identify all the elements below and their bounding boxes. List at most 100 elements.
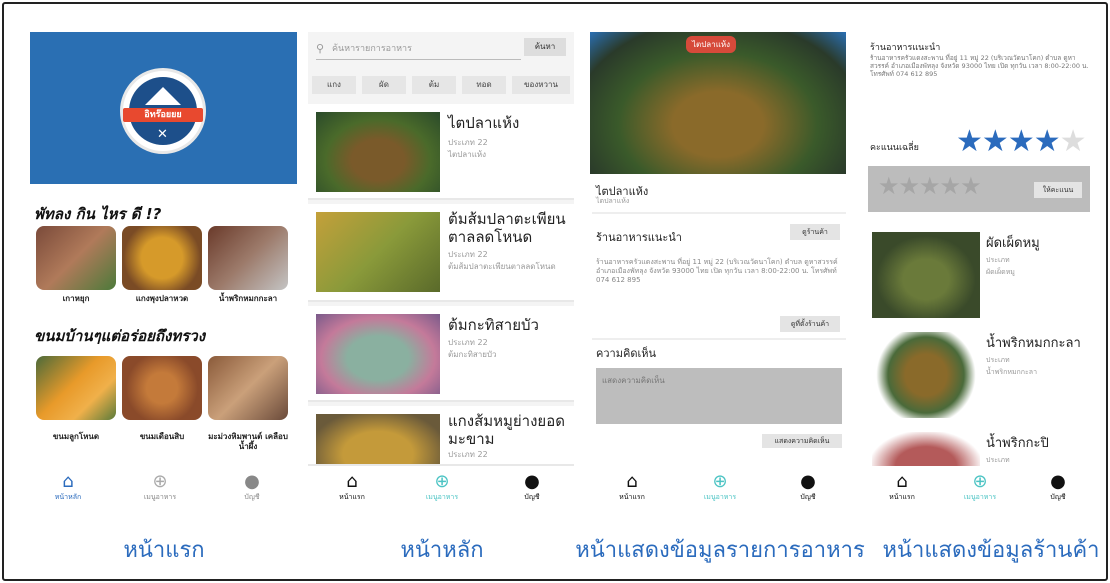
food-title: น้ำพริกหมกกะลา (986, 336, 1081, 351)
food-thumb-1[interactable] (36, 226, 116, 290)
bottom-nav: ⌂ หน้าแรก ⊕ เมนูอาหาร ● บัญชี (586, 466, 851, 510)
food-desc: ผัดเผ็ดหมู (986, 268, 1015, 276)
food-title: ต้มกะทิสายบัว (448, 316, 539, 334)
thumb-label: มะม่วงหิมพานต์ เคลือบน้ำผึ้ง (208, 432, 288, 451)
snack-thumb-3[interactable] (208, 356, 288, 420)
store-detail-screen: ร้านอาหารแนะนำ ร้านอาหารครัวแดงสะพาน ที่… (862, 32, 1096, 510)
search-input[interactable]: ค้นหารายการอาหาร (316, 38, 521, 60)
nav-menu[interactable]: ⊕ เมนูอาหาร (130, 472, 190, 503)
section-heading-1: พัทลง กิน ไหร ดี !? (34, 205, 162, 223)
average-rating-stars: ★★★★★ (956, 124, 1087, 159)
view-location-button[interactable]: ดูที่ตั้งร้านค้า (780, 316, 840, 332)
comment-section-title: ความคิดเห็น (596, 347, 656, 360)
star-icon: ★ (981, 124, 1009, 159)
food-hero-image: ไตปลาแห้ง (590, 32, 846, 174)
food-type: ประเภท (986, 256, 1010, 264)
category-chip[interactable]: ทอด (462, 76, 506, 94)
nav-home[interactable]: ⌂ หน้าแรก (602, 472, 662, 503)
food-card[interactable]: แกงส้มหมูย่างยอดมะขาม ประเภท 22 (308, 406, 574, 466)
user-icon: ● (524, 471, 540, 492)
food-thumb-2[interactable] (122, 226, 202, 290)
food-image (316, 414, 440, 464)
main-screen: ค้นหารายการอาหาร ⚲ ค้นหา แกง ผัด ต้ม ทอด… (308, 32, 574, 510)
bottom-nav: ⌂ หน้าแรก ⊕ เมนูอาหาร ● บัญชี (862, 466, 1096, 510)
food-card[interactable]: ต้มส้มปลาตะเพียนตาลลดโหนด ประเภท 22 ต้มส… (308, 204, 574, 302)
food-title: น้ำพริกกะปิ (986, 436, 1049, 451)
store-info: ร้านอาหารครัวแดงสะพาน ที่อยู่ 11 หมู่ 22… (870, 54, 1089, 78)
nav-home[interactable]: ⌂ หน้าหลัก (38, 472, 98, 503)
caption-home: หน้าแรก (123, 538, 205, 563)
nav-home[interactable]: ⌂ หน้าแรก (322, 472, 382, 503)
snack-thumb-2[interactable] (122, 356, 202, 420)
food-card[interactable]: ต้มกะทิสายบัว ประเภท 22 ต้มกะทิสายบัว (308, 306, 574, 402)
thumb-label: น้ำพริกหมกกะลา (218, 294, 278, 303)
star-icon: ★ (1059, 124, 1087, 159)
submit-comment-button[interactable]: แสดงความคิดเห็น (762, 434, 842, 448)
star-icon: ★ (956, 124, 983, 159)
thumb-label: แกงพุงปลาหวด (135, 294, 189, 303)
nav-account[interactable]: ● บัญชี (502, 472, 562, 503)
food-type: ประเภท 22 (448, 450, 488, 459)
user-icon: ● (1050, 471, 1066, 492)
nav-account[interactable]: ● บัญชี (222, 472, 282, 503)
search-button[interactable]: ค้นหา (524, 38, 566, 56)
rating-input-box: ★★★★★ ให้คะแนน (868, 166, 1090, 212)
user-icon: ● (244, 471, 260, 492)
rating-input-stars[interactable]: ★★★★★ (878, 172, 982, 200)
store-section-title: ร้านอาหารแนะนำ (596, 231, 682, 244)
home-icon: ⌂ (62, 471, 74, 492)
comment-input[interactable]: แสดงความคิดเห็น (596, 368, 842, 424)
nav-menu[interactable]: ⊕ เมนูอาหาร (412, 472, 472, 503)
divider (592, 338, 846, 340)
rate-button[interactable]: ให้คะแนน (1034, 182, 1082, 198)
snack-thumb-1[interactable] (36, 356, 116, 420)
add-circle-icon: ⊕ (152, 471, 168, 492)
store-menu-card[interactable]: น้ำพริกหมกกะลา ประเภท น้ำพริกหมกกะลา (868, 332, 1090, 428)
food-image (872, 232, 980, 318)
store-name: ร้านอาหารแนะนำ (870, 43, 941, 53)
food-thumb-3[interactable] (208, 226, 288, 290)
category-chip[interactable]: ผัด (362, 76, 406, 94)
nav-account[interactable]: ● บัญชี (1028, 472, 1088, 503)
caption-main: หน้าหลัก (400, 538, 484, 563)
view-store-button[interactable]: ดูร้านค้า (790, 224, 840, 240)
home-icon: ⌂ (346, 471, 358, 492)
hero-tag: ไตปลาแห้ง (686, 36, 737, 53)
food-subtitle: ไตปลาแห้ง (596, 197, 630, 205)
food-desc: ต้มกะทิสายบัว (448, 350, 497, 359)
search-icon: ⚲ (316, 42, 325, 55)
category-chip[interactable]: แกง (312, 76, 356, 94)
user-icon: ● (800, 471, 816, 492)
section-heading-2: ขนมบ้านๆแต่อร่อยถึงทรวง (34, 327, 206, 345)
food-image (316, 314, 440, 394)
nav-account[interactable]: ● บัญชี (778, 472, 838, 503)
divider (592, 212, 846, 214)
food-desc: ต้มส้มปลาตะเพียนตาลลดโหนด (448, 262, 556, 271)
home-icon: ⌂ (896, 471, 908, 492)
logo-text: อิทร๊อยยย (123, 108, 203, 122)
mountain-icon (145, 87, 181, 105)
add-circle-icon: ⊕ (434, 471, 450, 492)
nav-home[interactable]: ⌂ หน้าแรก (872, 472, 932, 503)
food-title: ไตปลาแห้ง (448, 114, 520, 132)
food-desc: น้ำพริกหมกกะลา (986, 368, 1038, 376)
add-circle-icon: ⊕ (972, 471, 988, 492)
nav-menu[interactable]: ⊕ เมนูอาหาร (950, 472, 1010, 503)
category-chip[interactable]: ของหวาน (512, 76, 570, 94)
food-type: ประเภท 22 (448, 338, 488, 347)
bottom-nav: ⌂ หน้าหลัก ⊕ เมนูอาหาร ● บัญชี (30, 466, 297, 510)
app-banner: อิทร๊อยยย ✕ (30, 32, 297, 184)
store-menu-card[interactable]: ผัดเผ็ดหมู ประเภท ผัดเผ็ดหมู (868, 232, 1090, 328)
star-icon: ★ (1033, 124, 1061, 159)
thumb-label: ขนมลูกโหนด (52, 432, 100, 441)
fork-knife-icon: ✕ (157, 127, 168, 142)
star-icon: ★ (1007, 124, 1035, 159)
food-type: ประเภท (986, 356, 1010, 364)
home-icon: ⌂ (626, 471, 638, 492)
food-image (316, 212, 440, 292)
store-info: ร้านอาหารครัวแดงสะพาน ที่อยู่ 11 หมู่ 22… (596, 258, 838, 284)
nav-menu[interactable]: ⊕ เมนูอาหาร (690, 472, 750, 503)
food-title: ผัดเผ็ดหมู (986, 236, 1040, 251)
category-chip[interactable]: ต้ม (412, 76, 456, 94)
food-card[interactable]: ไตปลาแห้ง ประเภท 22 ไตปลาแห้ง (308, 104, 574, 200)
